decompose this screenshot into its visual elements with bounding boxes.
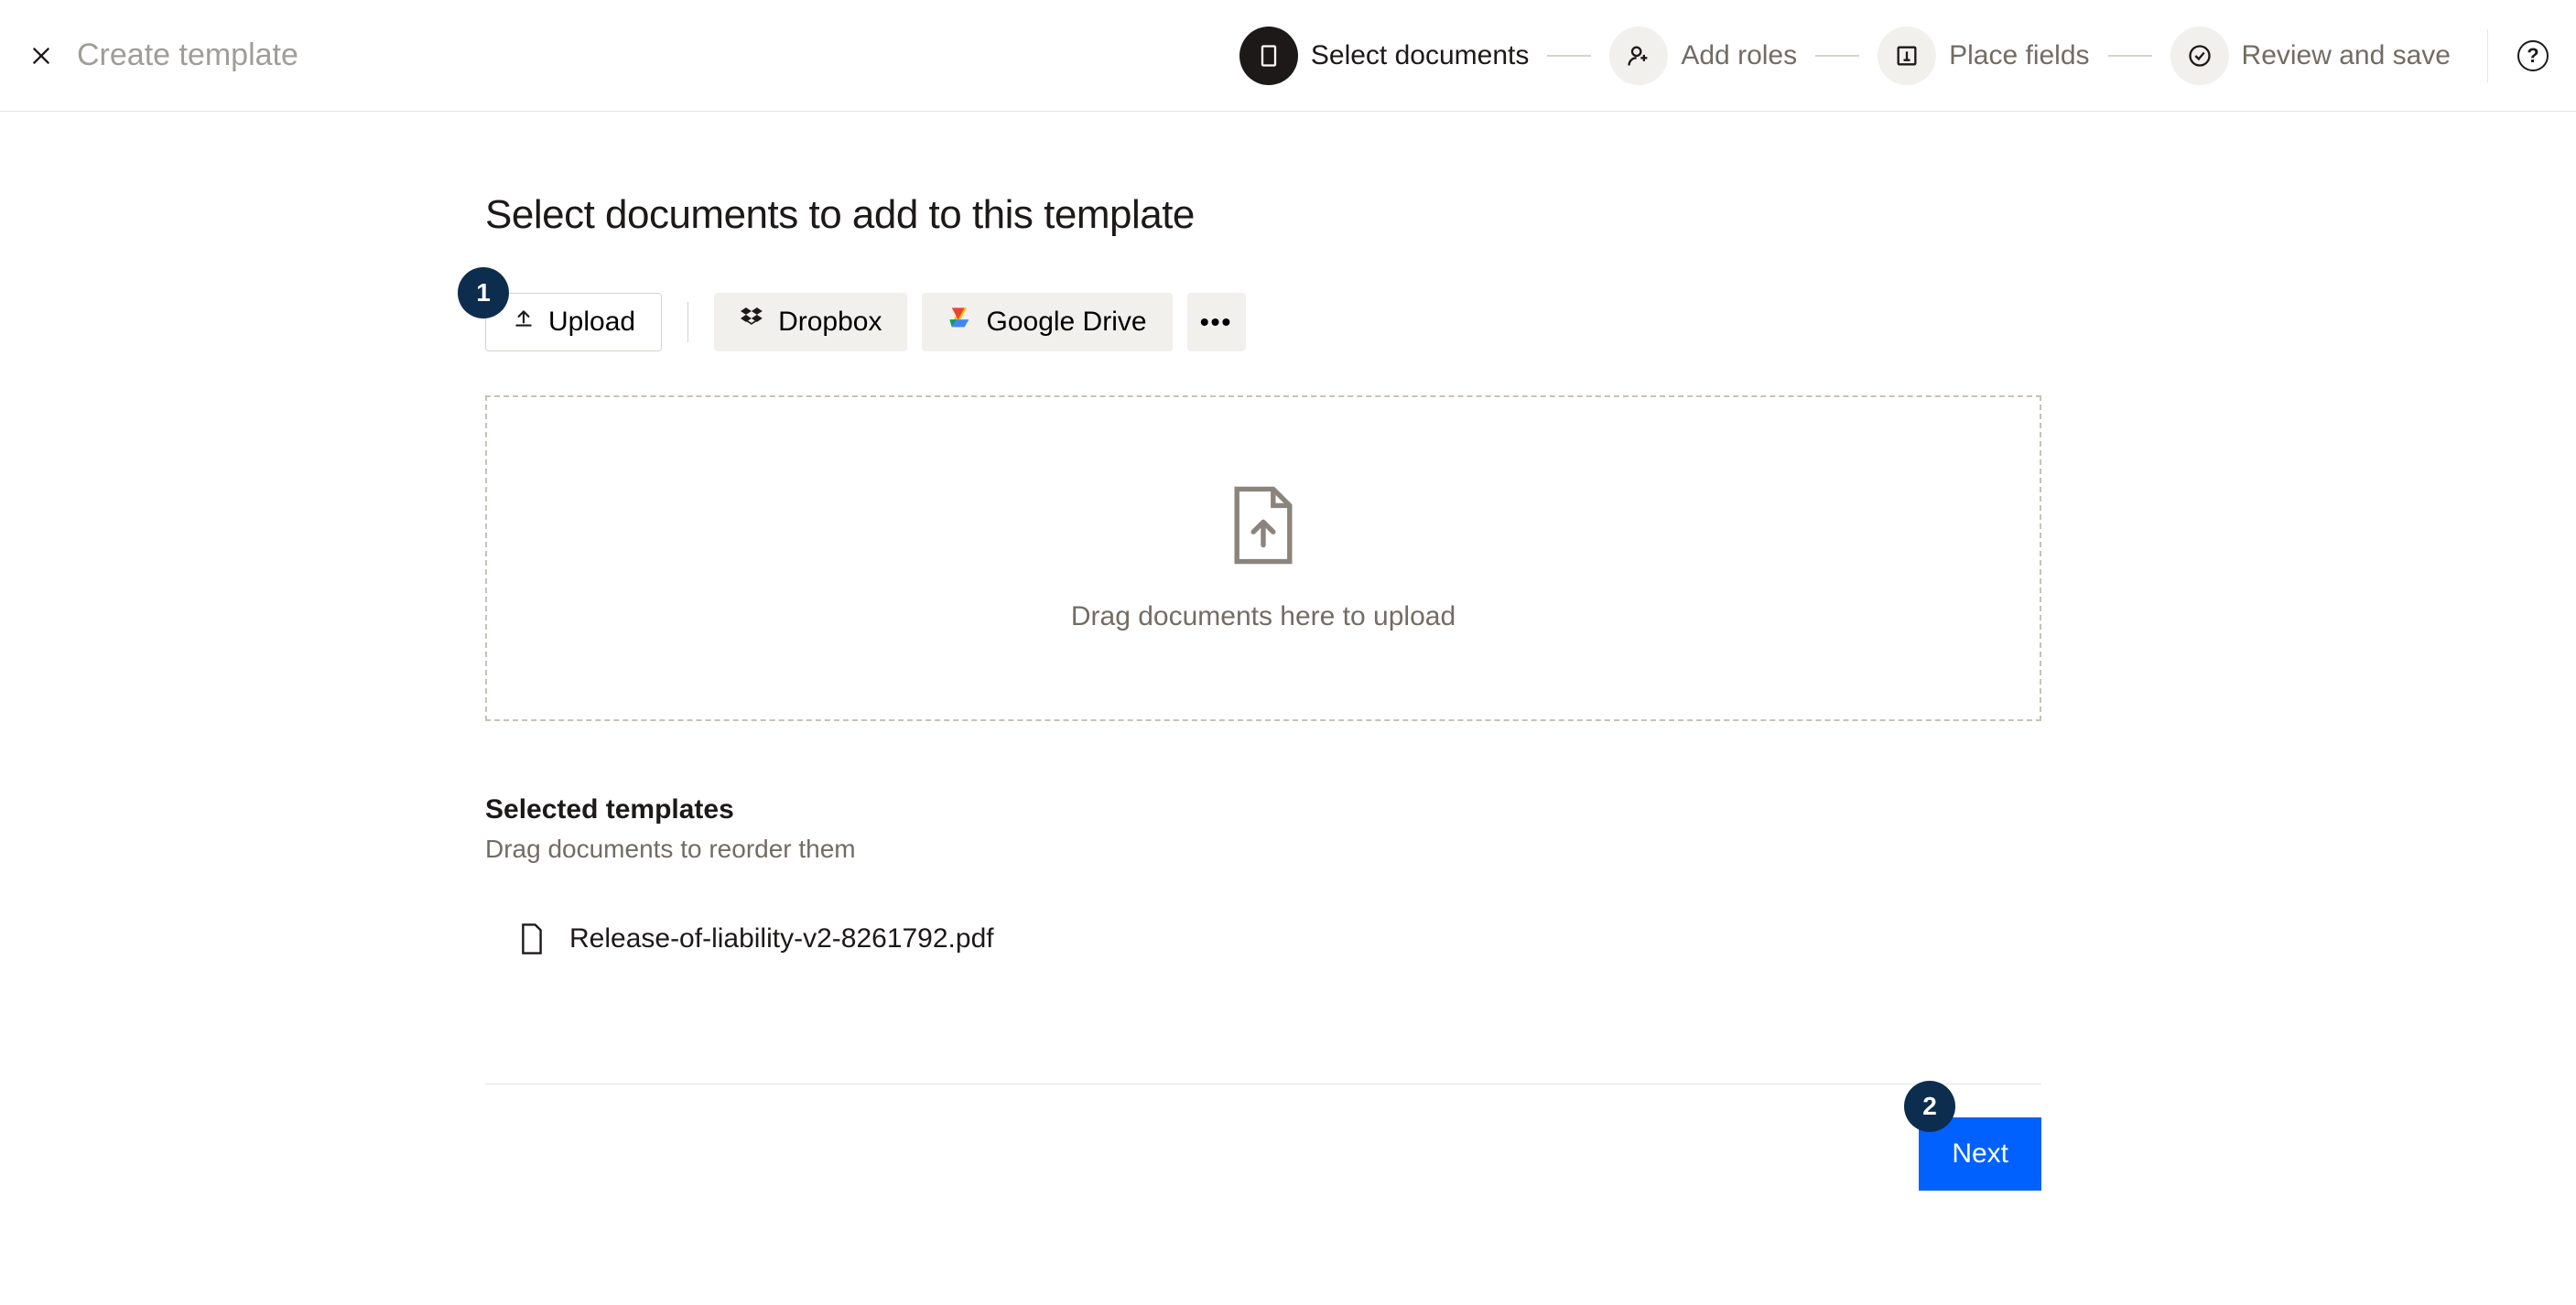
- fields-icon: [1878, 27, 1936, 85]
- step-connector: [2108, 55, 2152, 57]
- header-left: Create template: [27, 38, 298, 73]
- person-plus-icon: [1609, 27, 1668, 85]
- divider: [687, 302, 688, 342]
- step-add-roles[interactable]: Add roles: [1609, 27, 1797, 85]
- check-circle-icon: [2170, 27, 2229, 85]
- button-label: Upload: [548, 307, 635, 338]
- google-drive-icon: [947, 306, 973, 339]
- callout-badge-2: 2: [1904, 1081, 1955, 1132]
- button-label: Next: [1952, 1138, 2008, 1169]
- divider: [2487, 29, 2488, 82]
- upload-sources: 1 Upload Dropbox: [485, 293, 1501, 351]
- page-title: Create template: [77, 38, 298, 73]
- step-label: Review and save: [2242, 40, 2451, 71]
- main: Select documents to add to this template…: [0, 112, 1556, 1191]
- selected-templates-section: Selected templates Drag documents to reo…: [485, 794, 1501, 955]
- ellipsis-icon: •••: [1200, 307, 1232, 337]
- dropbox-icon: [740, 306, 765, 339]
- step-place-fields[interactable]: Place fields: [1878, 27, 2089, 85]
- main-heading: Select documents to add to this template: [485, 192, 1501, 238]
- dropzone-text: Drag documents here to upload: [1071, 601, 1456, 632]
- step-select-documents[interactable]: Select documents: [1239, 27, 1529, 85]
- help-icon[interactable]: ?: [2517, 40, 2549, 71]
- upload-button[interactable]: Upload: [485, 293, 662, 351]
- footer: 2 Next: [485, 1084, 2041, 1191]
- selected-title: Selected templates: [485, 794, 1501, 825]
- dropbox-button[interactable]: Dropbox: [714, 293, 907, 351]
- upload-icon: [512, 307, 536, 338]
- file-upload-icon: [1230, 485, 1296, 570]
- list-item[interactable]: Release-of-liability-v2-8261792.pdf: [485, 922, 1501, 955]
- more-sources-button[interactable]: •••: [1187, 293, 1246, 351]
- file-name: Release-of-liability-v2-8261792.pdf: [569, 923, 994, 954]
- selected-subtitle: Drag documents to reorder them: [485, 835, 1501, 864]
- step-label: Place fields: [1949, 40, 2089, 71]
- step-connector: [1815, 55, 1859, 57]
- stepper: Select documents Add roles Place f: [1239, 27, 2451, 85]
- google-drive-button[interactable]: Google Drive: [922, 293, 1172, 351]
- close-icon[interactable]: [27, 42, 55, 70]
- step-connector: [1547, 55, 1591, 57]
- document-icon: [1239, 27, 1298, 85]
- callout-badge-1: 1: [458, 267, 509, 318]
- header: Create template Select documents Add: [0, 0, 2576, 112]
- step-review-save[interactable]: Review and save: [2170, 27, 2451, 85]
- upload-dropzone[interactable]: Drag documents here to upload: [485, 395, 2041, 721]
- document-icon: [518, 922, 546, 955]
- step-label: Select documents: [1311, 40, 1529, 71]
- button-label: Google Drive: [986, 307, 1146, 338]
- step-label: Add roles: [1681, 40, 1797, 71]
- button-label: Dropbox: [778, 307, 882, 338]
- header-right: Select documents Add roles Place f: [1239, 27, 2549, 85]
